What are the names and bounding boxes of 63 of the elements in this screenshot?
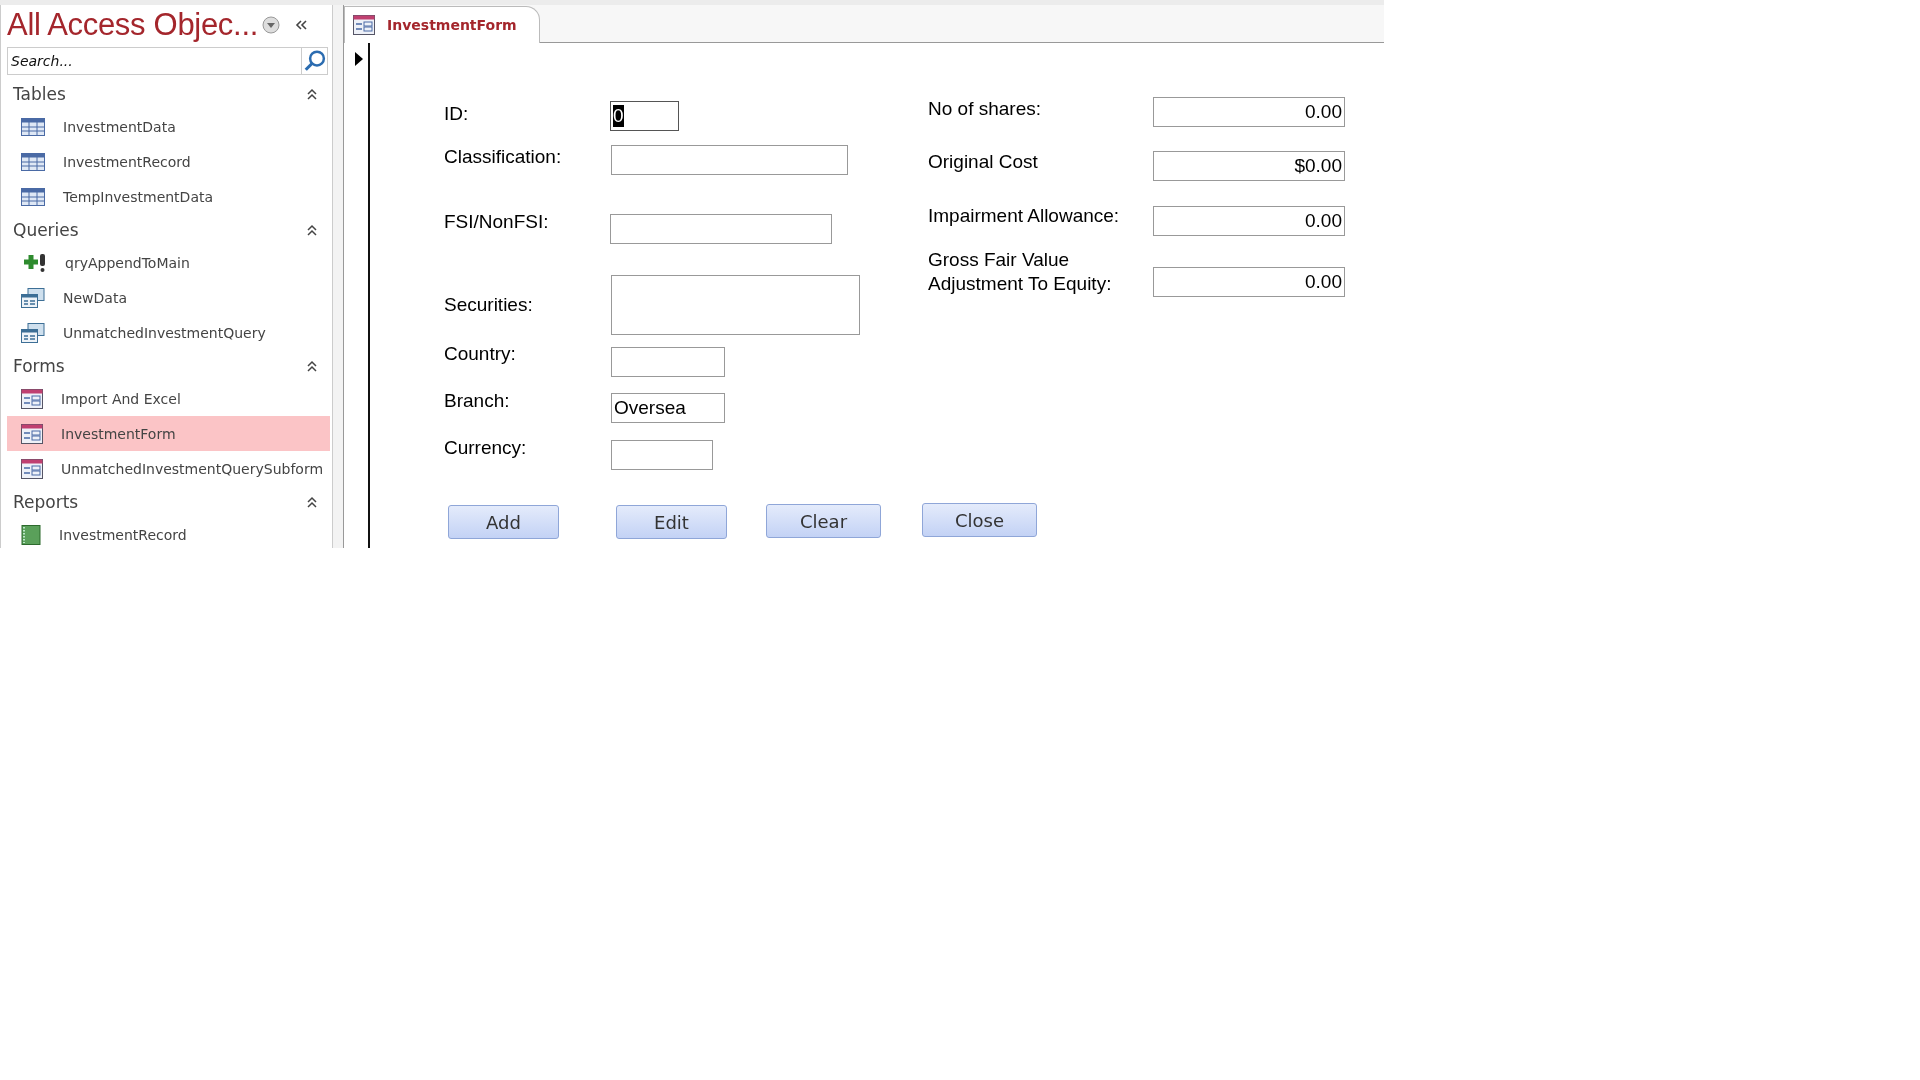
text-field[interactable]: Oversea [611,393,725,423]
navigation-item[interactable]: UnmatchedInvestmentQuerySubform [7,451,330,486]
collapse-chevron-icon[interactable] [306,495,318,508]
navigation-item[interactable]: Import And Excel [7,381,330,416]
collapse-chevron-icon[interactable] [306,223,318,236]
form-icon [353,15,375,35]
field-label: Impairment Allowance: [928,204,1121,228]
number-field[interactable]: 0.00 [1153,206,1345,236]
navigation-item[interactable]: UnmatchedInvestmentQuery [7,315,330,350]
query-icon [21,322,45,343]
field-label: ID: [444,103,469,125]
group-header[interactable]: Queries [13,219,79,240]
navigation-item[interactable]: qryAppendToMain [7,245,330,280]
navigation-item[interactable]: NewData [7,280,330,315]
field-label: Classification: [444,146,562,168]
collapse-chevron-icon[interactable] [306,87,318,100]
plus-exclamation-icon [21,252,47,273]
query-icon [21,287,45,308]
text-field[interactable] [611,347,725,377]
form-icon [21,423,43,444]
text-field[interactable] [610,214,832,244]
navigation-item[interactable]: TempInvestmentData [7,179,330,214]
field-label: Gross Fair Value Adjustment To Equity: [928,248,1113,296]
form-button[interactable]: Close [922,503,1037,537]
group-header[interactable]: Tables [13,83,66,104]
form-button[interactable]: Add [448,505,559,539]
group-header[interactable]: Reports [13,491,79,512]
navigation-item[interactable]: InvestmentRecord [7,144,330,179]
search-icon[interactable] [302,47,328,75]
form-button[interactable]: Clear [766,504,881,538]
record-pointer-icon [354,52,364,66]
field-label: No of shares: [928,97,1042,121]
text-field[interactable] [611,145,848,175]
pane-title[interactable]: All Access Objec... [7,7,258,43]
form-button[interactable]: Edit [616,505,727,539]
navigation-item[interactable]: InvestmentRecord [7,517,330,548]
text-field[interactable] [611,275,860,335]
dropdown-icon[interactable] [262,16,280,34]
number-field[interactable]: 0.00 [1153,97,1345,127]
group-header[interactable]: Forms [13,355,65,376]
form-icon [21,458,43,479]
number-field[interactable]: $0.00 [1153,151,1345,181]
table-icon [21,117,45,136]
text-field[interactable]: 0 [610,101,679,131]
text-field[interactable] [611,440,713,470]
search-field[interactable]: Search... [7,47,302,75]
navigation-item[interactable]: InvestmentForm [7,416,330,451]
field-label: Country: [444,343,516,365]
report-icon [21,524,41,545]
table-icon [21,152,45,171]
navigation-item[interactable]: InvestmentData [7,109,330,144]
field-label: Currency: [444,437,527,459]
field-label: Securities: [444,294,533,316]
form-icon [21,388,43,409]
collapse-chevron-icon[interactable] [306,359,318,372]
table-icon [21,187,45,206]
field-label: FSI/NonFSI: [444,211,549,233]
field-label: Branch: [444,390,510,412]
pane-splitter[interactable] [333,5,344,548]
field-label: Original Cost [928,150,1039,174]
collapse-icon[interactable] [294,18,308,32]
number-field[interactable]: 0.00 [1153,267,1345,297]
document-tab[interactable]: InvestmentForm [344,6,540,43]
